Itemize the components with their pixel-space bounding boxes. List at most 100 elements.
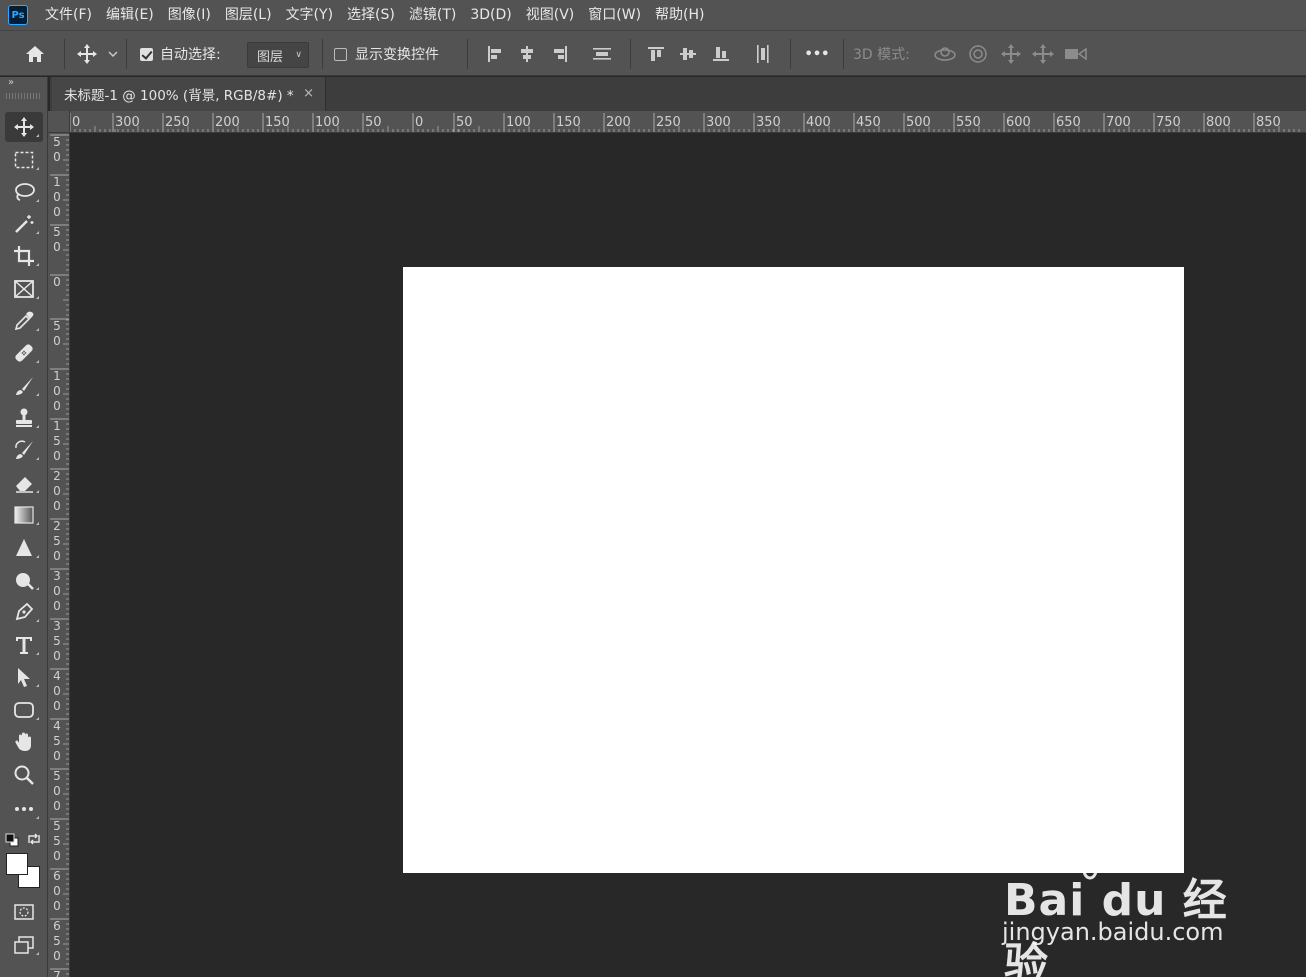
menu-file[interactable]: 文件(F) xyxy=(38,0,99,30)
align-top-button[interactable] xyxy=(645,31,667,77)
arrow-cursor-icon xyxy=(18,668,30,687)
magic-wand-tool[interactable] xyxy=(5,209,43,239)
eraser-tool[interactable] xyxy=(5,468,43,498)
3d-pan-button[interactable] xyxy=(998,31,1024,77)
ruler-left-label: 350 xyxy=(53,619,61,663)
ruler-top-label: 250 xyxy=(656,115,681,130)
screen-mode-button[interactable] xyxy=(5,930,43,960)
menu-3d[interactable]: 3D(D) xyxy=(463,0,518,30)
foreground-color-swatch[interactable] xyxy=(6,853,28,875)
3d-camera-icon xyxy=(1065,47,1087,61)
menu-window[interactable]: 窗口(W) xyxy=(581,0,648,30)
crop-icon xyxy=(14,246,34,266)
menu-filter[interactable]: 滤镜(T) xyxy=(402,0,463,30)
ruler-top-label: 550 xyxy=(956,115,981,130)
ruler-top-label: 200 xyxy=(606,115,631,130)
eraser-icon xyxy=(16,477,33,493)
align-horizontal-center-button[interactable] xyxy=(516,31,538,77)
crop-tool[interactable] xyxy=(5,241,43,271)
move-tool-preset[interactable] xyxy=(74,31,100,77)
move-icon xyxy=(14,117,34,137)
gradient-tool[interactable] xyxy=(5,500,43,530)
marquee-tool[interactable] xyxy=(5,145,43,175)
rectangle-tool[interactable] xyxy=(5,695,43,725)
type-tool[interactable] xyxy=(5,630,43,660)
ruler-top-label: 700 xyxy=(1106,115,1131,130)
pen-tool[interactable] xyxy=(5,597,43,627)
default-colors-button[interactable] xyxy=(5,832,19,847)
swap-colors-button[interactable] xyxy=(26,831,42,847)
clone-stamp-tool[interactable] xyxy=(5,403,43,433)
lasso-icon xyxy=(15,183,35,201)
ruler-left-label: 450 xyxy=(53,719,61,763)
distribute-vertical-button[interactable] xyxy=(590,31,614,77)
lasso-tool[interactable] xyxy=(5,177,43,207)
horizontal-ruler[interactable]: 0 300 250 200 150 100 50 0 50 100 150 200 250 300 350 4… xyxy=(48,111,1306,133)
healing-brush-tool[interactable] xyxy=(5,338,43,368)
auto-select-target-dropdown[interactable]: 图层 ∨ xyxy=(247,42,309,68)
watermark-url: jingyan.baidu.com xyxy=(1002,918,1224,946)
3d-slide-button[interactable] xyxy=(1030,31,1056,77)
collapse-panel-icon[interactable]: » xyxy=(8,77,14,88)
history-brush-icon xyxy=(15,440,33,459)
close-icon[interactable]: × xyxy=(303,86,314,101)
align-bottom-button[interactable] xyxy=(710,31,732,77)
move-tool[interactable] xyxy=(5,112,43,142)
ruler-top-label: 300 xyxy=(706,115,731,130)
align-center-icon xyxy=(521,46,533,62)
distribute-horizontal-button[interactable] xyxy=(752,31,774,77)
more-options-button[interactable]: ••• xyxy=(802,31,832,77)
options-bar: 自动选择: 图层 ∨ 显示变换控件 ••• 3D 模式: xyxy=(0,30,1306,76)
align-right-button[interactable] xyxy=(549,31,571,77)
menu-image[interactable]: 图像(I) xyxy=(161,0,218,30)
hand-tool[interactable] xyxy=(5,727,43,757)
eyedropper-tool[interactable] xyxy=(5,306,43,336)
preset-dropdown[interactable] xyxy=(106,31,120,77)
zoom-tool[interactable] xyxy=(5,760,43,790)
panel-grip[interactable] xyxy=(6,93,42,99)
ruler-top-label: 500 xyxy=(906,115,931,130)
type-icon xyxy=(16,637,32,654)
auto-select-checkbox[interactable] xyxy=(138,31,154,77)
menu-bar: Ps 文件(F) 编辑(E) 图像(I) 图层(L) 文字(Y) 选择(S) 滤… xyxy=(0,0,1306,30)
swap-arrows-icon xyxy=(28,833,40,845)
frame-tool[interactable] xyxy=(5,274,43,304)
ruler-left-label: 0 xyxy=(53,275,61,289)
align-left-button[interactable] xyxy=(484,31,506,77)
show-transform-checkbox[interactable] xyxy=(332,31,348,77)
document-tab[interactable]: 未标题-1 @ 100% (背景, RGB/8#) * × xyxy=(52,77,326,111)
3d-roll-button[interactable] xyxy=(965,31,991,77)
ruler-origin[interactable] xyxy=(48,111,70,133)
align-left-icon xyxy=(488,46,501,62)
quick-mask-button[interactable] xyxy=(5,897,43,927)
3d-scale-button[interactable] xyxy=(1062,31,1090,77)
align-vertical-center-button[interactable] xyxy=(677,31,699,77)
align-right-icon xyxy=(554,46,567,62)
dodge-tool[interactable] xyxy=(5,565,43,595)
history-brush-tool[interactable] xyxy=(5,435,43,465)
blur-tool[interactable] xyxy=(5,533,43,563)
gradient-icon xyxy=(14,506,34,524)
hand-icon xyxy=(15,732,31,751)
path-selection-tool[interactable] xyxy=(5,662,43,692)
edit-toolbar-button[interactable] xyxy=(5,794,43,824)
menu-select[interactable]: 选择(S) xyxy=(340,0,402,30)
menu-help[interactable]: 帮助(H) xyxy=(648,0,711,30)
show-transform-label: 显示变换控件 xyxy=(355,47,439,63)
menu-layer[interactable]: 图层(L) xyxy=(218,0,279,30)
ruler-top-label: 0 xyxy=(415,115,424,130)
ruler-left-label: 300 xyxy=(53,569,61,613)
menu-edit[interactable]: 编辑(E) xyxy=(99,0,161,30)
home-button[interactable] xyxy=(20,31,50,77)
3d-orbit-button[interactable] xyxy=(932,31,958,77)
brush-tool[interactable] xyxy=(5,371,43,401)
vertical-ruler[interactable]: 50 100 50 0 50 100 150 200 250 300 350 400 450 500 550… xyxy=(48,133,70,977)
more-icon xyxy=(15,807,33,811)
checkbox-checked-icon xyxy=(139,47,153,61)
menu-view[interactable]: 视图(V) xyxy=(519,0,582,30)
align-middle-icon xyxy=(680,48,696,60)
document-canvas[interactable] xyxy=(403,267,1184,873)
ruler-top-label: 200 xyxy=(215,115,240,130)
ruler-left-label: 550 xyxy=(53,819,61,863)
menu-type[interactable]: 文字(Y) xyxy=(279,0,340,30)
